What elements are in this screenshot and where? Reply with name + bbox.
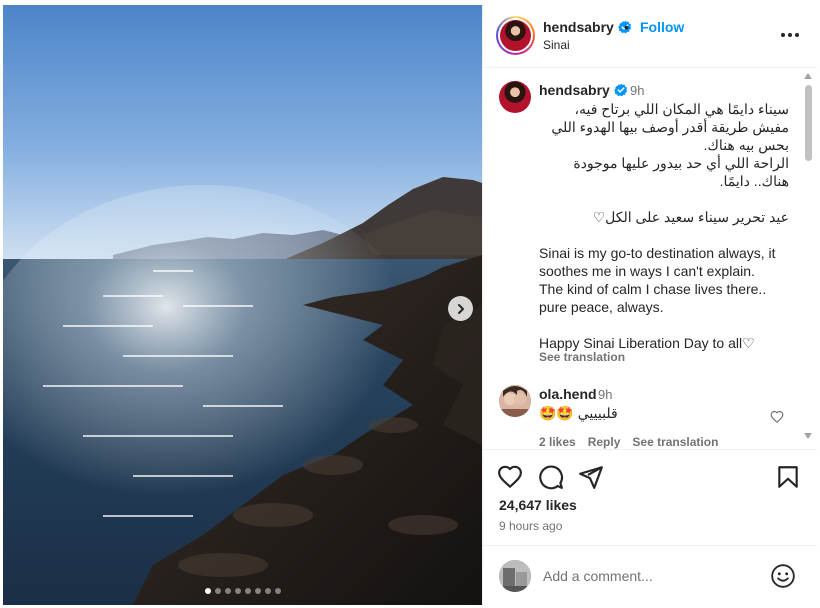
current-user-photo [499,560,531,592]
heart-icon[interactable] [497,464,523,490]
scroll-down-arrow-icon[interactable] [804,433,812,439]
scrollbar-thumb[interactable] [805,85,812,161]
comment-icon[interactable] [538,464,564,490]
likes-count[interactable]: 24,647 likes [499,497,577,513]
caption-line: مفيش طريقة أقدر أوصف بيها الهدوء اللي [551,119,789,135]
caption-line: الراحة اللي أي حد بيدور عليها موجودة [573,155,789,171]
chevron-right-icon [457,303,464,314]
post-image[interactable] [3,5,482,605]
emoji-icon[interactable] [770,563,796,589]
comments-section[interactable]: hendsabry 9h سيناء دايمًا هي المكان اللي… [483,69,817,449]
caption-see-translation[interactable]: See translation [539,350,625,364]
commenter-photo [499,385,531,417]
caption-username-row[interactable]: hendsabry [539,82,628,98]
carousel-dot [224,588,231,594]
comment-see-translation[interactable]: See translation [632,435,718,449]
caption-line: soothes me in ways I can't explain. [539,263,755,279]
caption-line: The kind of calm I chase lives there.. [539,281,767,297]
follow-button[interactable]: Follow [640,19,684,35]
verified-badge-icon [614,83,628,97]
comments-scrollbar[interactable] [801,69,815,449]
carousel-dot [244,588,251,594]
comment-meta: 2 likes Reply See translation [539,435,730,449]
add-comment-input[interactable] [543,565,753,587]
avatar [500,20,531,51]
post-actions: 24,647 likes 9 hours ago [483,449,817,545]
caption-time: 9h [630,83,645,98]
separator-dot: • [624,19,629,35]
sea-cliff-photo [3,5,482,605]
caption-username[interactable]: hendsabry [539,82,610,98]
caption-line: عيد تحرير سيناء سعيد على الكل♡ [592,209,789,225]
current-user-avatar [499,560,531,592]
posted-time[interactable]: 9 hours ago [499,519,562,533]
post-header: hendsabry • Follow Sinai [483,5,817,68]
share-icon[interactable] [578,464,604,490]
carousel-dot [264,588,271,594]
next-slide-button[interactable] [448,296,473,321]
caption-line: Sinai is my go-to destination always, it [539,245,776,261]
caption-text: سيناء دايمًا هي المكان اللي برتاح فيه، م… [539,100,789,352]
comment-likes[interactable]: 2 likes [539,435,576,449]
author-username[interactable]: hendsabry [543,19,614,35]
more-options-icon[interactable] [779,25,801,45]
carousel-dot [234,588,241,594]
carousel-dot [204,588,211,594]
comment-time: 9h [598,387,613,402]
bookmark-icon[interactable] [775,464,801,490]
comment-text: 🤩🤩 قلبيييي [539,405,618,421]
commenter-username[interactable]: ola.hend [539,386,597,402]
story-avatar[interactable] [496,16,535,55]
caption-avatar[interactable] [499,81,531,113]
post-details-panel: hendsabry • Follow Sinai hendsabry 9h سي… [482,5,817,605]
scroll-up-arrow-icon[interactable] [804,73,812,79]
caption-line: بحس بيه هناك. [703,137,790,153]
caption-line: سيناء دايمًا هي المكان اللي برتاح فيه، [574,101,789,117]
carousel-dot [274,588,281,594]
comment-like-heart-icon[interactable] [770,410,784,424]
caption-line: pure peace, always. [539,299,664,315]
carousel-dot [254,588,261,594]
post-modal: hendsabry • Follow Sinai hendsabry 9h سي… [0,0,820,608]
post-location[interactable]: Sinai [543,38,570,52]
author-username-row[interactable]: hendsabry [543,19,632,35]
carousel-dot [214,588,221,594]
caption-line: هناك.. دايمًا. [719,173,789,189]
commenter-avatar[interactable] [499,385,531,417]
comment-reply-button[interactable]: Reply [588,435,621,449]
add-comment-bar [483,545,817,605]
carousel-indicator [3,588,482,594]
